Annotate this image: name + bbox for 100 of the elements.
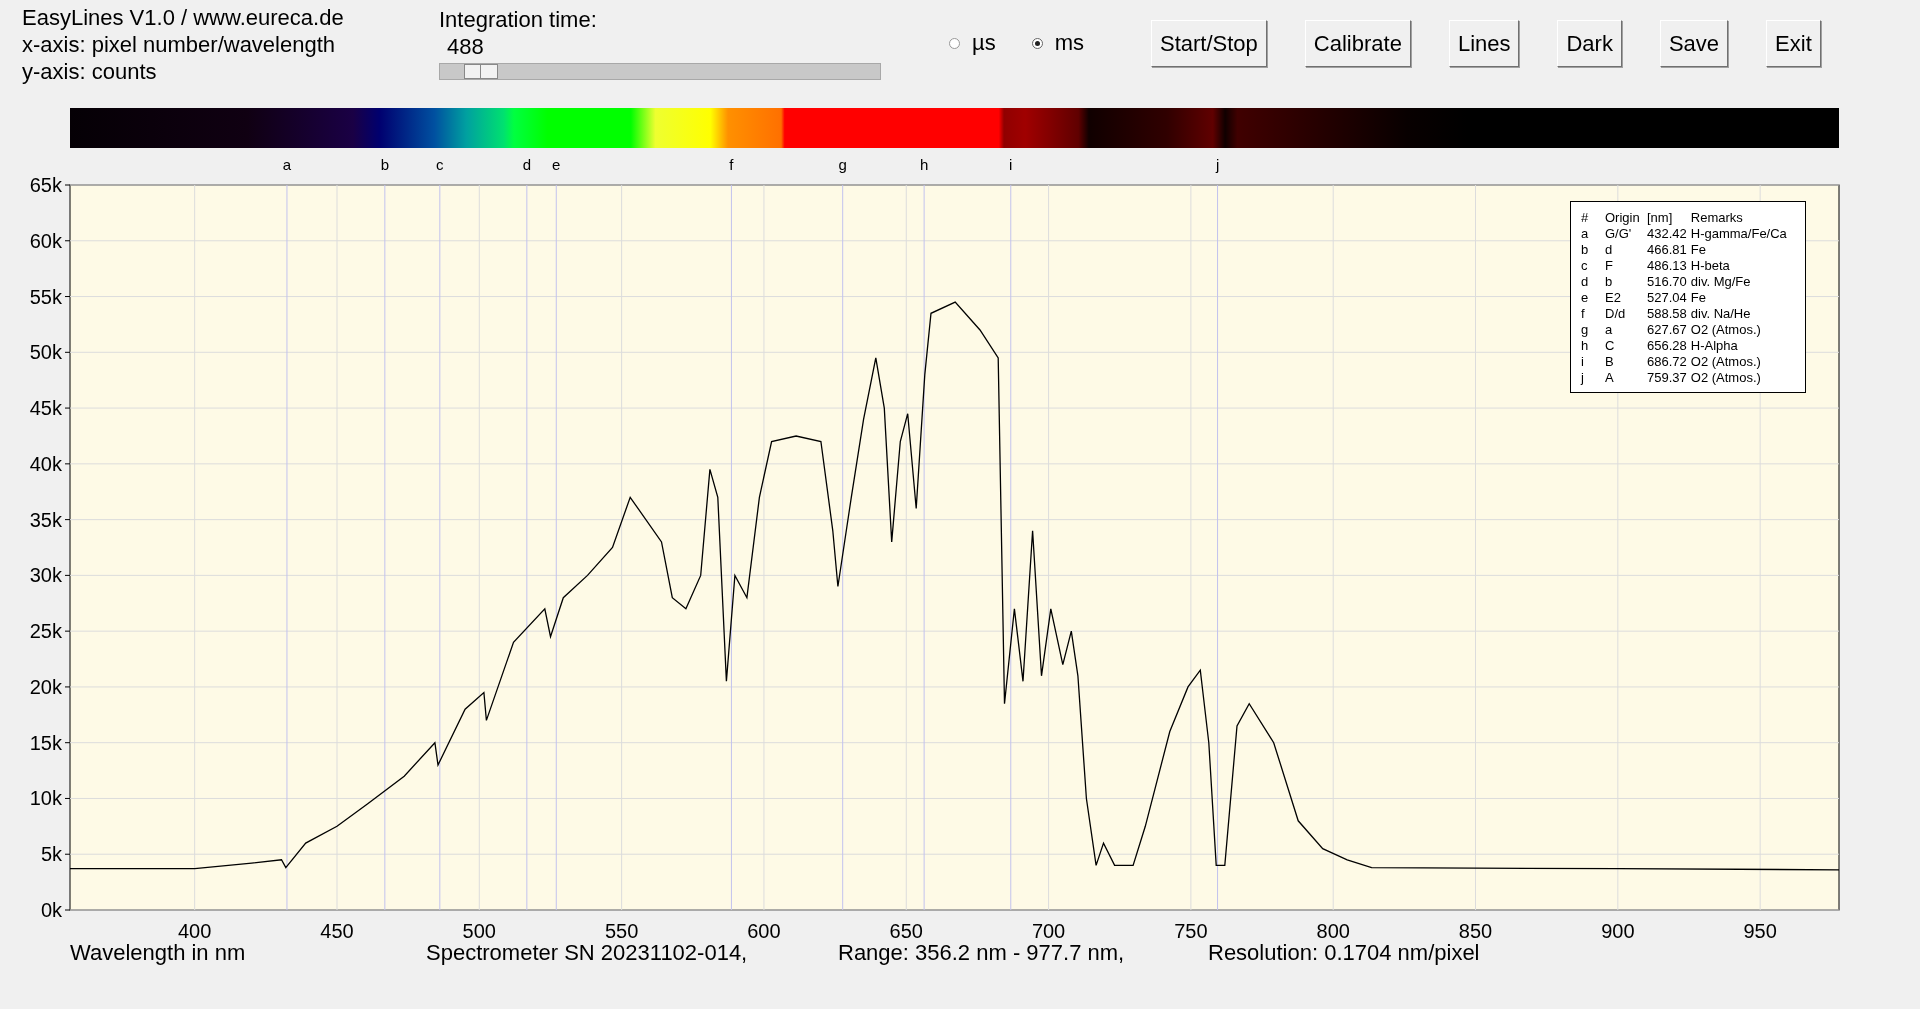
line-marker-label: a <box>282 156 292 173</box>
legend-cell: h <box>1581 338 1605 354</box>
unit-label: ms <box>1054 30 1084 56</box>
y-tick-label: 65k <box>29 174 62 196</box>
legend-cell: b <box>1605 274 1647 290</box>
line-marker-label: j <box>1215 156 1220 173</box>
line-marker-label: f <box>729 156 734 173</box>
x-tick-label: 400 <box>178 920 212 940</box>
legend-cell-text: c <box>1581 258 1589 274</box>
legend-cell-text: O2 (Atmos.) <box>1690 322 1762 338</box>
info-text: EasyLines V1.0 / www.eureca.de <box>22 4 345 31</box>
x-tick-label: 500 <box>462 920 496 940</box>
x-tick-label: 900 <box>1601 920 1635 940</box>
legend-cell: g <box>1581 322 1605 338</box>
y-tick-label: 50k <box>29 341 62 364</box>
y-tick-label: 35k <box>29 508 62 531</box>
legend-header: [nm] <box>1647 210 1691 226</box>
legend-cell: 516.70 <box>1647 274 1691 290</box>
integration-time-label: Integration time: <box>439 7 598 33</box>
legend-cell: 686.72 <box>1647 354 1691 370</box>
y-tick-label: 55k <box>29 285 62 308</box>
x-tick-label: 950 <box>1743 920 1777 940</box>
legend-cell-text: O2 (Atmos.) <box>1690 370 1762 386</box>
y-tick-label: 15k <box>29 731 62 754</box>
unit-label: µs <box>972 30 996 56</box>
y-tick-label: 40k <box>29 452 62 475</box>
toolbar-button[interactable]: Lines <box>1448 20 1520 67</box>
line-marker-label: c <box>436 156 444 173</box>
line-marker-label: i <box>1009 156 1013 173</box>
line-marker-label: d <box>522 156 531 173</box>
legend-cell: G/G' <box>1605 226 1647 242</box>
x-tick-label: 750 <box>1174 920 1208 940</box>
legend-cell: b <box>1581 242 1605 258</box>
legend-cell: 759.37 <box>1647 370 1691 386</box>
legend-cell-text: e <box>1581 290 1590 306</box>
y-tick-label: 0k <box>40 899 62 921</box>
legend-cell: a <box>1581 226 1605 242</box>
legend-cell: a <box>1605 322 1647 338</box>
slider-thumb[interactable] <box>464 64 499 79</box>
legend-cell-text: i <box>1581 354 1585 370</box>
x-tick-label: 600 <box>747 920 781 940</box>
info-text: y-axis: counts <box>22 58 158 85</box>
x-tick-label: 550 <box>604 920 639 940</box>
legend-cell-text: div. Na/He <box>1690 306 1752 322</box>
toolbar-button[interactable]: Save <box>1659 20 1729 67</box>
toolbar-button[interactable]: Dark <box>1557 20 1622 67</box>
toolbar-button[interactable]: Start/Stop <box>1151 20 1267 67</box>
y-tick-label: 20k <box>29 675 62 698</box>
line-marker-label: b <box>380 156 389 173</box>
x-tick-label: 850 <box>1458 920 1493 940</box>
legend-cell: d <box>1581 274 1605 290</box>
footer-text: Wavelength in nm <box>70 940 247 966</box>
line-marker-label: h <box>919 156 929 173</box>
legend-cell: 486.13 <box>1647 258 1691 274</box>
radio-button[interactable] <box>1031 37 1043 49</box>
x-tick-label: 800 <box>1316 920 1350 940</box>
legend-cell: 466.81 <box>1647 242 1691 258</box>
y-tick-label: 25k <box>29 620 62 643</box>
radio-button[interactable] <box>949 37 960 49</box>
legend-header: Remarks <box>1690 210 1744 226</box>
legend-cell-text: H-Alpha <box>1690 338 1739 354</box>
y-tick-label: 30k <box>29 564 62 587</box>
legend-cell: 432.42 <box>1647 226 1691 242</box>
footer-text: Spectrometer SN 20231102-014, <box>426 940 749 966</box>
footer-text: Resolution: 0.1704 nm/pixel <box>1208 940 1481 966</box>
legend-cell: E2 <box>1605 290 1647 306</box>
y-tick-label: 60k <box>29 229 62 252</box>
legend-cell-text: f <box>1581 306 1586 322</box>
legend-header: # <box>1581 210 1605 226</box>
integration-time-value: 488 <box>446 33 485 61</box>
legend-cell: C <box>1605 338 1647 354</box>
legend-cell-text: Fe <box>1690 290 1707 306</box>
legend-cell: 588.58 <box>1647 306 1691 322</box>
info-text: x-axis: pixel number/wavelength <box>22 31 337 58</box>
legend-cell: d <box>1605 242 1647 258</box>
line-marker-label: g <box>838 156 847 173</box>
legend-cell: 656.28 <box>1647 338 1691 354</box>
legend-cell: j <box>1581 370 1605 386</box>
line-marker-label: e <box>552 156 561 173</box>
legend-cell: A <box>1605 370 1647 386</box>
integration-time-slider[interactable] <box>439 63 881 80</box>
legend-cell-text: O2 (Atmos.) <box>1690 354 1762 370</box>
x-tick-label: 650 <box>889 920 923 940</box>
legend-cell: F <box>1605 258 1647 274</box>
legend-cell: D/d <box>1605 306 1647 322</box>
legend-header: Origin <box>1605 210 1647 226</box>
legend-cell-text: div. Mg/Fe <box>1690 274 1752 290</box>
legend-cell-text: H-gamma/Fe/Ca <box>1690 226 1788 242</box>
toolbar-button[interactable]: Calibrate <box>1304 20 1411 67</box>
y-tick-label: 45k <box>29 397 62 420</box>
legend-cell-text: H-beta <box>1690 258 1731 274</box>
y-tick-label: 5k <box>40 843 62 866</box>
legend-cell: B <box>1605 354 1647 370</box>
legend-cell: 527.04 <box>1647 290 1691 306</box>
legend-cell: 627.67 <box>1647 322 1691 338</box>
footer-text: Range: 356.2 nm - 977.7 nm, <box>838 940 1126 966</box>
toolbar-button[interactable]: Exit <box>1766 20 1821 67</box>
legend-cell-text: Fe <box>1690 242 1707 258</box>
x-tick-label: 700 <box>1031 920 1066 940</box>
y-tick-label: 10k <box>29 787 62 810</box>
